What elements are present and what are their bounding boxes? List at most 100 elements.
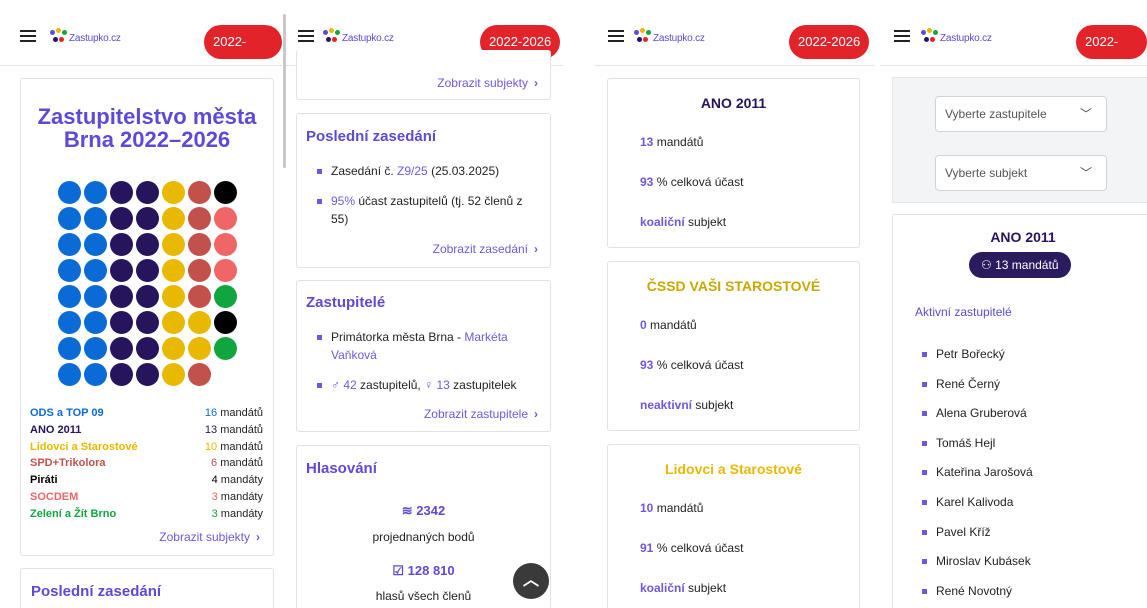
mandate-count: 13 — [204, 423, 221, 436]
subject-mandates: 0 mandátů — [640, 318, 697, 332]
legend-row[interactable]: ODS a TOP 09 16 mandátů — [30, 405, 263, 422]
member-item[interactable]: Petr Bořecký — [920, 345, 1140, 363]
logo[interactable]: Zastupko.cz — [50, 26, 121, 44]
logo-text: Zastupko.cz — [342, 33, 394, 44]
member-item[interactable]: Alena Gruberová — [920, 404, 1140, 422]
seat-dot — [136, 207, 159, 230]
mobile-screen-overview: Zastupko.cz 2022-2026 Zastupitelstvo měs… — [0, 0, 282, 608]
menu-icon[interactable] — [20, 30, 36, 42]
legend-row[interactable]: Lidovci a Starostové 10 mandátů — [30, 439, 263, 456]
representatives-card: Zastupitelé Primátorka města Brna - Mark… — [296, 280, 551, 432]
chevron-right-icon: › — [534, 407, 538, 421]
show-representatives-link[interactable]: Zobrazit zastupitele › — [424, 407, 538, 421]
seat-dot — [214, 337, 237, 360]
chevron-right-icon: › — [256, 530, 260, 544]
subject-card[interactable]: ANO 2011 13 mandátů 93 % celková účast koal… — [607, 78, 860, 248]
top-bar: Zastupko.cz 2022-2026 — [594, 14, 874, 66]
show-sessions-link[interactable]: Zobrazit zasedání › — [433, 242, 538, 256]
show-subjects-link[interactable]: Zobrazit subjekty › — [159, 530, 260, 544]
member-item[interactable]: René Novotný — [920, 582, 1140, 600]
menu-icon[interactable] — [298, 30, 314, 42]
seat-dot — [136, 311, 159, 334]
member-item[interactable]: Pavel Kříž — [920, 523, 1140, 541]
checkbox-icon: ☑ — [392, 563, 405, 578]
party-name: ANO 2011 — [30, 423, 82, 436]
logo[interactable]: Zastupko.cz — [634, 26, 705, 44]
show-representatives-label: Zobrazit zastupitele — [423, 407, 528, 421]
seat-dot — [84, 311, 107, 334]
subject-mandates: 13 mandátů — [640, 135, 704, 149]
subject-mandates: 10 mandátů — [640, 501, 704, 515]
party-name: Piráti — [30, 474, 58, 487]
seat-dot — [188, 285, 211, 308]
mobile-screen-sessions: Zastupko.cz 2022-2026 Zobrazit subjekty ›… — [286, 0, 563, 608]
seat-dot — [110, 337, 133, 360]
menu-icon[interactable] — [894, 30, 910, 42]
party-name: Zelení a Žít Brno — [30, 507, 117, 520]
term-selector-button[interactable]: 2022-2026 — [1076, 25, 1147, 83]
legend-row[interactable]: SOCDEM 3 mandáty — [30, 489, 263, 506]
male-label: zastupitelů, — [360, 378, 421, 392]
chevron-down-icon: ﹀ — [1079, 107, 1092, 121]
representative-select-placeholder: Vyberte zastupitele — [945, 107, 1047, 121]
subject-card[interactable]: ČSSD VAŠI STAROSTOVÉ 0 mandátů 93 % celkov… — [607, 261, 860, 431]
session-id-link[interactable]: Z9/25 — [397, 164, 428, 178]
seat-dot — [84, 233, 107, 256]
show-subjects-link[interactable]: Zobrazit subjekty › — [437, 76, 538, 90]
logo-text: Zastupko.cz — [940, 33, 992, 44]
seat-dot — [214, 181, 237, 204]
seat-dot — [84, 337, 107, 360]
member-item[interactable]: René Černý — [920, 375, 1140, 393]
party-legend: ODS a TOP 09 16 mandátů ANO 2011 13 mandátů… — [30, 405, 263, 523]
seat-dot — [162, 259, 185, 282]
legend-row[interactable]: Zelení a Žít Brno 3 mandáty — [30, 506, 263, 523]
seat-dot — [110, 207, 133, 230]
top-bar: Zastupko.cz 2022-2026 — [0, 14, 282, 83]
legend-row[interactable]: ANO 2011 13 mandátů — [30, 422, 263, 439]
mandate-count: 10 — [204, 440, 221, 453]
menu-icon[interactable] — [608, 30, 624, 42]
last-session-card: Poslední zasedání Zasedání č. Z9/25 (25.… — [296, 113, 551, 268]
subject-select[interactable]: Vyberte subjekt ﹀ — [935, 155, 1107, 191]
member-item[interactable]: Kateřina Jarošová — [920, 463, 1140, 481]
items-label: projednaných bodů — [372, 530, 475, 544]
subject-status: neaktivní subjekt — [640, 398, 734, 412]
seat-dot — [214, 207, 237, 230]
party-mandates: 13 mandátů — [205, 422, 263, 439]
page-title-line1: Zastupitelstvo města — [37, 104, 257, 129]
legend-row[interactable]: Piráti 4 mandáty — [30, 472, 263, 489]
term-selector-button[interactable]: 2022-2026 — [789, 25, 870, 59]
items-count: 2342 — [416, 503, 446, 518]
mandates-badge-label: 13 mandátů — [995, 258, 1059, 272]
mandate-unit: mandáty — [220, 507, 263, 520]
last-session-title: Poslední zasedání — [31, 583, 162, 600]
show-subjects-label: Zobrazit subjekty — [159, 530, 250, 544]
legend-row[interactable]: SPD+Trikolora 6 mandátů — [30, 455, 263, 472]
layers-icon: ≋ — [401, 503, 413, 518]
subject-status: koaliční subjekt — [640, 581, 727, 595]
party-name: ODS a TOP 09 — [30, 407, 104, 419]
seat-dot — [136, 285, 159, 308]
logo[interactable]: Zastupko.cz — [323, 26, 394, 44]
logo-icon — [323, 28, 341, 44]
member-item[interactable]: Tomáš Hejl — [920, 434, 1140, 452]
seat-dot — [58, 181, 81, 204]
logo-icon — [634, 28, 652, 44]
representative-select[interactable]: Vyberte zastupitele ﹀ — [935, 96, 1107, 132]
party-mandates: 4 mandáty — [212, 472, 263, 489]
seat-dot — [214, 311, 237, 334]
seat-dot — [136, 337, 159, 360]
seat-dot — [110, 311, 133, 334]
member-item[interactable]: Miroslav Kubásek — [920, 552, 1140, 570]
member-item[interactable]: Karel Kalivoda — [920, 493, 1140, 511]
seat-dot — [58, 337, 81, 360]
seat-dot — [188, 207, 211, 230]
subject-card[interactable]: Lidovci a Starostové 10 mandátů 91 % celko… — [607, 444, 860, 608]
seat-dot — [58, 363, 81, 386]
scroll-to-top-button[interactable]: ︿ — [513, 563, 549, 599]
logo[interactable]: Zastupko.cz — [921, 26, 992, 44]
subject-select-placeholder: Vyberte subjekt — [945, 166, 1028, 180]
mandate-count: 6 — [211, 457, 221, 470]
term-selector-button[interactable]: 2022-2026 — [204, 25, 282, 83]
member-list: Petr Bořecký René Černý Alena Gruberová Tom… — [920, 345, 1140, 608]
